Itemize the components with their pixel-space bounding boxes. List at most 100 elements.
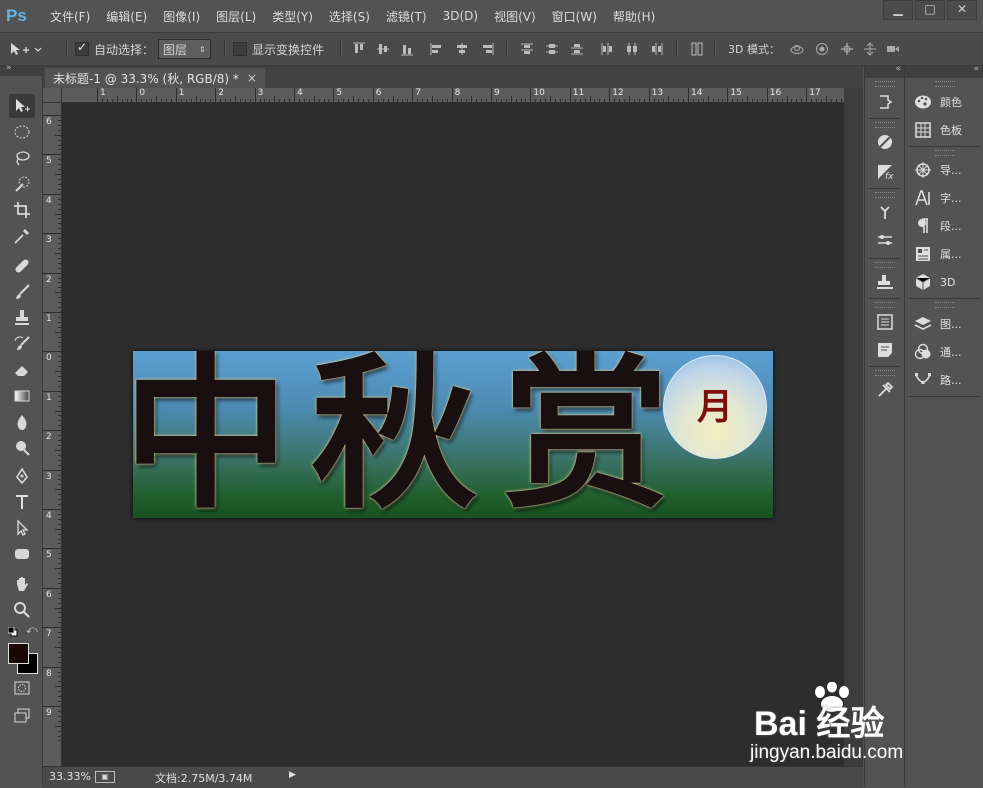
align-hcenter-icon[interactable] <box>455 42 469 56</box>
vertical-scrollbar[interactable] <box>844 88 863 766</box>
swap-colors-icon[interactable]: ⤺ <box>26 624 38 636</box>
history-brush-tool-icon[interactable] <box>9 332 35 356</box>
dock-grip[interactable] <box>934 81 955 87</box>
styles-panel-icon[interactable]: fx <box>873 160 897 184</box>
clone-stamp-tool-icon[interactable] <box>9 306 35 330</box>
align-left-icon[interactable] <box>430 42 444 56</box>
menu-filter[interactable]: 滤镜(T) <box>378 8 435 25</box>
menu-view[interactable]: 视图(V) <box>486 8 544 25</box>
hand-tool-icon[interactable] <box>9 572 35 596</box>
panel-color[interactable]: 颜色 <box>909 90 981 114</box>
dock-grip[interactable] <box>874 192 895 198</box>
show-transform-checkbox[interactable] <box>233 42 247 56</box>
blur-tool-icon[interactable] <box>9 410 35 434</box>
status-menu-arrow-icon[interactable]: ▶ <box>289 770 296 780</box>
menu-type[interactable]: 类型(Y) <box>264 8 321 25</box>
maximize-button[interactable]: □ <box>915 0 945 20</box>
slide-3d-icon[interactable] <box>863 42 877 56</box>
dodge-tool-icon[interactable] <box>9 436 35 460</box>
ruler-origin[interactable] <box>43 88 62 103</box>
roll-3d-icon[interactable] <box>815 42 829 56</box>
panel-paragraph[interactable]: 段... <box>909 214 981 238</box>
tool-presets-panel-icon[interactable] <box>873 378 897 402</box>
distribute-left-icon[interactable] <box>600 42 614 56</box>
marquee-tool-icon[interactable] <box>9 120 35 144</box>
zoom-tool-icon[interactable] <box>9 598 35 622</box>
align-vcenter-icon[interactable] <box>376 42 390 56</box>
align-bottom-icon[interactable] <box>400 42 414 56</box>
distribute-right-icon[interactable] <box>650 42 664 56</box>
document-tab[interactable]: 未标题-1 @ 33.3% (秋, RGB/8) * × <box>45 68 265 88</box>
screen-mode-icon[interactable] <box>9 704 35 728</box>
panel-channels[interactable]: 通... <box>909 340 981 364</box>
quick-selection-tool-icon[interactable] <box>9 172 35 196</box>
layer-select-dropdown[interactable]: 图层 ⇕ <box>158 39 211 59</box>
brush-panel-icon[interactable] <box>873 228 897 252</box>
orbit-3d-icon[interactable] <box>790 42 804 56</box>
distribute-bottom-icon[interactable] <box>570 42 584 56</box>
move-tool-icon[interactable] <box>9 94 35 118</box>
clone-source-panel-icon[interactable] <box>873 270 897 294</box>
menu-layer[interactable]: 图层(L) <box>208 8 264 25</box>
menu-help[interactable]: 帮助(H) <box>605 8 663 25</box>
dock-grip[interactable] <box>874 81 895 87</box>
path-selection-tool-icon[interactable] <box>9 516 35 540</box>
healing-brush-tool-icon[interactable] <box>9 254 35 278</box>
menu-window[interactable]: 窗口(W) <box>544 8 605 25</box>
close-button[interactable]: ✕ <box>947 0 977 20</box>
tools-panel-header[interactable]: » <box>0 63 42 76</box>
dock-grip[interactable] <box>934 302 955 308</box>
panel-navigator[interactable]: 导... <box>909 158 981 182</box>
auto-select-option[interactable]: 自动选择： <box>75 33 154 65</box>
notes-panel-icon[interactable] <box>873 338 897 362</box>
adjustments-panel-icon[interactable] <box>873 130 897 154</box>
ruler-horizontal[interactable]: 1 0 1 2 3 4 5 6 7 8 9 10 11 12 13 14 15 16 17 <box>43 88 844 103</box>
info-panel-icon[interactable] <box>873 310 897 334</box>
dock-grip[interactable] <box>874 370 895 376</box>
dock-header[interactable]: « <box>865 64 904 78</box>
distribute-hcenter-icon[interactable] <box>625 42 639 56</box>
brush-tool-icon[interactable] <box>9 280 35 304</box>
eraser-tool-icon[interactable] <box>9 358 35 382</box>
default-colors-icon[interactable] <box>7 626 18 637</box>
menu-3d[interactable]: 3D(D) <box>435 9 486 23</box>
dock-grip[interactable] <box>874 262 895 268</box>
history-panel-icon[interactable] <box>873 90 897 114</box>
panel-character[interactable]: 字... <box>909 186 981 210</box>
pen-tool-icon[interactable] <box>9 464 35 488</box>
menu-edit[interactable]: 编辑(E) <box>98 8 155 25</box>
distribute-vcenter-icon[interactable] <box>545 42 559 56</box>
menu-file[interactable]: 文件(F) <box>42 8 98 25</box>
auto-align-icon[interactable] <box>690 42 704 56</box>
tool-preset-picker[interactable] <box>8 33 42 65</box>
ruler-vertical[interactable]: 6 5 4 3 2 1 0 1 2 3 4 5 6 7 8 9 <box>43 102 62 766</box>
dock-header[interactable]: « <box>905 64 983 78</box>
auto-select-checkbox[interactable] <box>75 40 89 56</box>
align-top-icon[interactable] <box>352 42 366 56</box>
panel-properties[interactable]: 属... <box>909 242 981 266</box>
lasso-tool-icon[interactable] <box>9 146 35 170</box>
zoom-level[interactable]: 33.33% <box>49 770 91 783</box>
show-transform-option[interactable]: 显示变换控件 <box>233 33 324 65</box>
menu-image[interactable]: 图像(I) <box>155 8 208 25</box>
shape-tool-icon[interactable] <box>9 542 35 566</box>
panel-layers[interactable]: 图... <box>909 312 981 336</box>
pan-3d-icon[interactable] <box>840 42 854 56</box>
scale-3d-icon[interactable] <box>886 42 900 56</box>
type-tool-icon[interactable] <box>9 490 35 514</box>
minimize-button[interactable]: ▁ <box>883 0 913 20</box>
gradient-tool-icon[interactable] <box>9 384 35 408</box>
dock-grip[interactable] <box>934 150 955 156</box>
foreground-color-swatch[interactable] <box>8 643 29 664</box>
panel-3d[interactable]: 3D <box>909 270 981 294</box>
align-right-icon[interactable] <box>480 42 494 56</box>
artwork-banner[interactable]: 中 秋 赏 月 <box>133 351 773 518</box>
quick-mask-icon[interactable] <box>9 676 35 700</box>
panel-paths[interactable]: 路... <box>909 368 981 392</box>
status-preview-icon[interactable]: ▣ <box>95 771 115 783</box>
dock-grip[interactable] <box>874 122 895 128</box>
dock-grip[interactable] <box>874 302 895 308</box>
distribute-top-icon[interactable] <box>520 42 534 56</box>
eyedropper-tool-icon[interactable] <box>9 224 35 248</box>
crop-tool-icon[interactable] <box>9 198 35 222</box>
